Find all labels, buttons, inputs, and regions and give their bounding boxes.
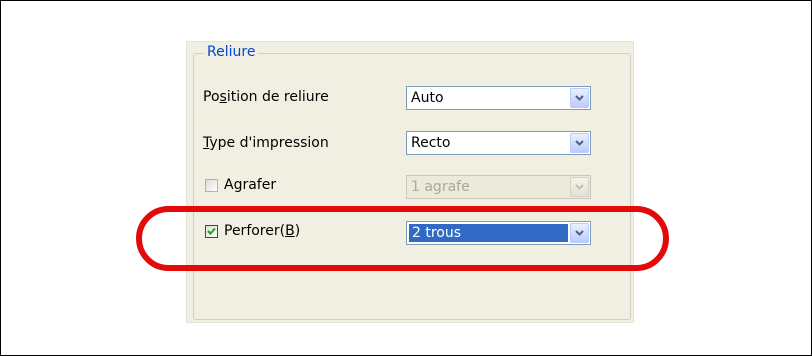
punch-label-part2: ) [294, 223, 301, 239]
binding-position-value: Auto [411, 90, 444, 106]
punch-select[interactable]: 2 trous [406, 221, 591, 245]
staple-dropdown-button[interactable] [570, 177, 589, 197]
punch-checkbox[interactable] [205, 225, 218, 238]
binding-position-label-accesskey: s [219, 89, 227, 105]
staple-checkbox[interactable] [205, 179, 218, 192]
punch-value: 2 trous [408, 223, 569, 243]
binding-position-label-part2: ition de reliure [226, 89, 329, 105]
binding-position-select[interactable]: Auto [406, 86, 591, 110]
screenshot-frame: Reliure Position de reliure Auto Type d'… [0, 0, 812, 356]
print-type-label: Type d'impression [203, 135, 329, 151]
chevron-down-icon [575, 230, 584, 236]
print-type-select[interactable]: Recto [406, 131, 591, 155]
punch-label-accesskey: B [285, 223, 295, 239]
chevron-down-icon [575, 184, 584, 190]
groupbox-title: Reliure [204, 44, 259, 60]
staple-select[interactable]: 1 agrafe [406, 175, 591, 199]
binding-position-label-part1: Po [203, 89, 220, 105]
print-type-label-part2: ype d'impression [209, 135, 329, 151]
staple-value: 1 agrafe [411, 179, 470, 195]
chevron-down-icon [575, 140, 584, 146]
punch-label: Perforer(B) [224, 223, 300, 239]
chevron-down-icon [575, 95, 584, 101]
print-type-dropdown-button[interactable] [570, 133, 589, 153]
print-type-value: Recto [411, 135, 451, 151]
dialog-panel: Reliure Position de reliure Auto Type d'… [186, 41, 634, 323]
binding-groupbox: Reliure Position de reliure Auto Type d'… [193, 44, 631, 320]
binding-position-label: Position de reliure [203, 89, 329, 105]
checkmark-icon [207, 227, 216, 235]
staple-label: Agrafer [224, 177, 277, 193]
punch-dropdown-button[interactable] [570, 223, 589, 243]
binding-position-dropdown-button[interactable] [570, 88, 589, 108]
punch-label-part1: Perforer( [224, 223, 286, 239]
